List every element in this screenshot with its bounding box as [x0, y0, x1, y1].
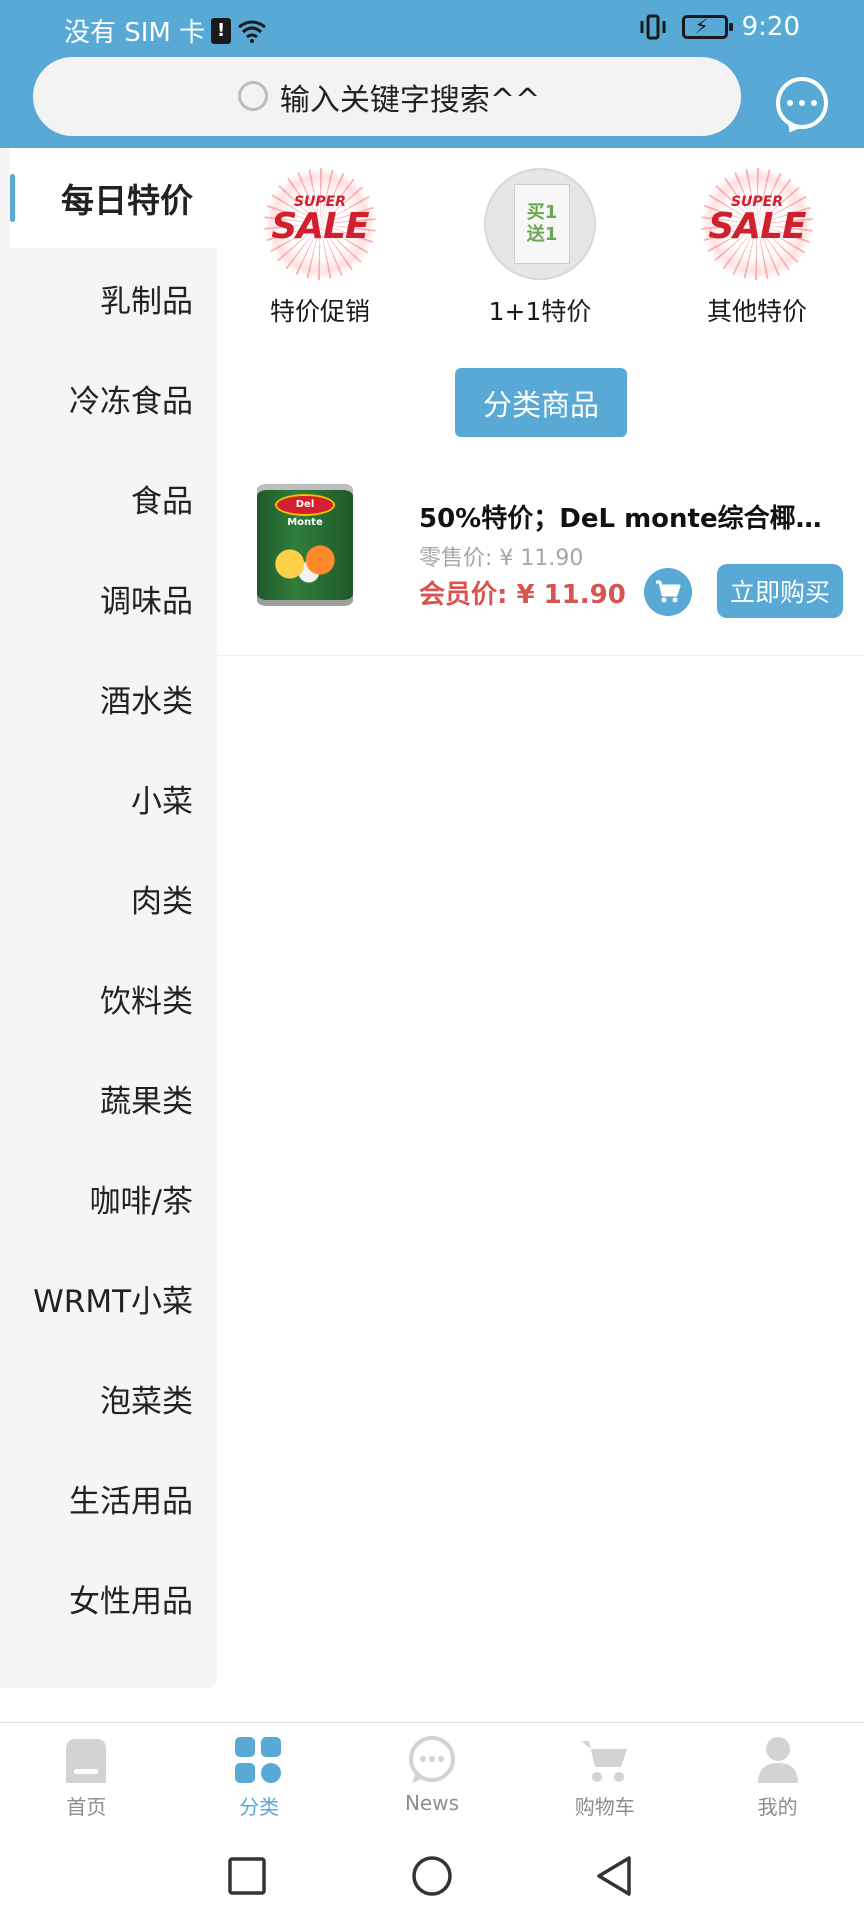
nav-news[interactable]: News: [346, 1723, 519, 1835]
bottom-nav: 首页 分类 News 购物车 我的: [0, 1722, 864, 1834]
sidebar-item[interactable]: 食品: [0, 448, 217, 548]
message-button[interactable]: [776, 77, 828, 129]
cart-icon: [580, 1741, 627, 1782]
nav-home[interactable]: 首页: [0, 1723, 173, 1835]
status-right: ⚡ 9:20: [638, 12, 800, 42]
clock-text: 9:20: [741, 12, 800, 42]
sim-alert-icon: !: [211, 17, 232, 44]
nav-profile[interactable]: 我的: [691, 1723, 864, 1835]
sidebar-item[interactable]: 酒水类: [0, 648, 217, 748]
status-left: 没有 SIM 卡 !: [64, 12, 267, 49]
search-bar[interactable]: 输入关键字搜索^^: [33, 57, 741, 136]
promo-sale[interactable]: SUPER SALE 特价促销: [230, 168, 410, 328]
category-sidebar: 每日特价 乳制品 冷冻食品 食品 调味品 酒水类 小菜 肉类 饮料类 蔬果类 咖啡/茶 WRMT小菜泡…: [0, 148, 217, 1688]
category-products-button[interactable]: 分类商品: [455, 368, 627, 437]
sidebar-item[interactable]: 调味品: [0, 548, 217, 648]
cart-icon: [656, 580, 681, 603]
circle-icon: [412, 1856, 452, 1896]
super-sale-badge-icon: SUPER SALE: [701, 168, 813, 280]
sidebar-item[interactable]: 小菜: [0, 748, 217, 848]
home-system-button[interactable]: [402, 1846, 462, 1906]
buy-one-get-one-icon: 买1 送1: [484, 168, 596, 280]
search-icon: [234, 77, 274, 117]
sidebar-item[interactable]: 蔬果类: [0, 1048, 217, 1148]
sidebar-item[interactable]: 冷冻食品: [0, 348, 217, 448]
product-image[interactable]: Del Monte: [257, 484, 353, 606]
product-title[interactable]: 50%特价；DeL monte综合椰果…: [419, 498, 839, 535]
promo-row: SUPER SALE 特价促销 买1 送1 1+1特价 SUPER SALE 其…: [217, 168, 864, 328]
sidebar-item[interactable]: 泡菜类: [0, 1348, 217, 1448]
promo-label: 1+1特价: [488, 297, 592, 326]
fruit-can-icon: Del Monte: [257, 484, 353, 606]
user-icon: [757, 1737, 798, 1783]
sidebar-item[interactable]: 每日特价: [10, 148, 217, 248]
search-input[interactable]: 输入关键字搜索^^: [280, 75, 540, 119]
sidebar-item[interactable]: 生活用品: [0, 1448, 217, 1548]
sidebar-item[interactable]: WRMT小菜: [0, 1248, 217, 1348]
sidebar-item[interactable]: 饮料类: [0, 948, 217, 1048]
product-card[interactable]: Del Monte 50%特价；DeL monte综合椰果… 零售价: ¥ 11…: [217, 468, 864, 656]
wifi-icon: [238, 20, 267, 43]
super-sale-badge-icon: SUPER SALE: [264, 168, 376, 280]
main-content: SUPER SALE 特价促销 买1 送1 1+1特价 SUPER SALE 其…: [217, 148, 864, 1688]
buy-now-button[interactable]: 立即购买: [717, 564, 843, 618]
sidebar-item[interactable]: 咖啡/茶: [0, 1148, 217, 1248]
promo-label: 特价促销: [269, 297, 370, 326]
chat-bubble-icon: [787, 100, 817, 106]
square-icon: [228, 1857, 266, 1895]
home-icon: [66, 1739, 107, 1783]
sidebar-item[interactable]: 女性用品: [0, 1548, 217, 1648]
vibrate-icon: [640, 14, 666, 40]
promo-label: 其他特价: [706, 297, 807, 326]
sidebar-item[interactable]: 乳制品: [0, 248, 217, 348]
promo-one-plus-one[interactable]: 买1 送1 1+1特价: [450, 168, 630, 328]
system-nav: [0, 1834, 864, 1920]
chat-icon: [408, 1736, 455, 1783]
back-button[interactable]: [585, 1846, 645, 1906]
header: 没有 SIM 卡 ! ⚡ 9:20 输入关键字搜索^^: [0, 0, 864, 148]
member-price: 会员价: ¥ 11.90: [419, 580, 626, 610]
battery-icon: ⚡: [681, 14, 733, 39]
category-icon: [235, 1737, 282, 1783]
back-triangle-icon: [597, 1856, 631, 1896]
status-bar: 没有 SIM 卡 ! ⚡ 9:20: [0, 0, 864, 56]
retail-price: 零售价: ¥ 11.90: [419, 546, 584, 571]
recent-apps-button[interactable]: [217, 1846, 277, 1906]
carrier-text: 没有 SIM 卡: [64, 18, 206, 48]
nav-category[interactable]: 分类: [173, 1723, 346, 1835]
add-to-cart-button[interactable]: [644, 568, 692, 616]
sidebar-item[interactable]: 肉类: [0, 848, 217, 948]
promo-other[interactable]: SUPER SALE 其他特价: [667, 168, 847, 328]
nav-cart[interactable]: 购物车: [518, 1723, 691, 1835]
